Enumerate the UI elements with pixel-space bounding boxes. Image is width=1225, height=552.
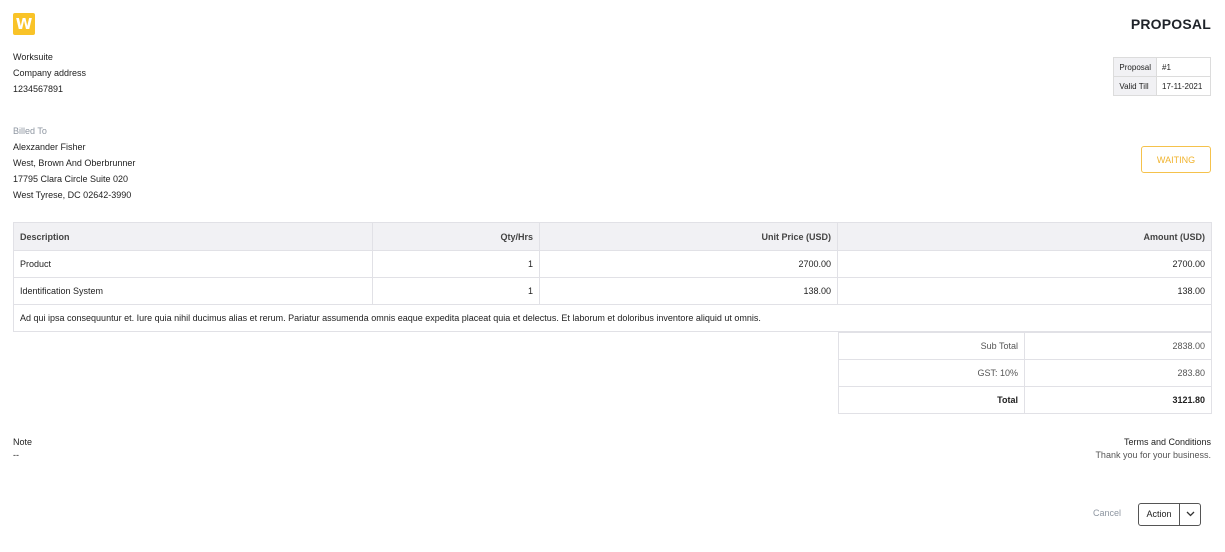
item-qty: 1 [372,277,540,305]
client-company: West, Brown And Oberbrunner [13,158,136,168]
billed-to-label: Billed To [13,126,47,136]
note-section: Note -- [13,436,32,462]
action-label[interactable]: Action [1139,504,1180,525]
item-description: Identification System [13,277,373,305]
tax-row: GST: 10% 283.80 [838,359,1212,387]
action-dropdown-button[interactable]: Action [1138,503,1201,526]
chevron-down-icon[interactable] [1180,504,1200,525]
note-value: -- [13,450,19,460]
item-note-row: Ad qui ipsa consequuntur et. Iure quia n… [13,304,1212,332]
company-logo: W [13,13,35,35]
col-description-header: Description [13,222,373,251]
subtotal-value: 2838.00 [1024,332,1212,360]
col-unit-price-header: Unit Price (USD) [539,222,838,251]
page-title: PROPOSAL [1130,16,1211,32]
table-row: Identification System 1 138.00 138.00 [13,277,1212,305]
item-long-description: Ad qui ipsa consequuntur et. Iure quia n… [13,304,1212,332]
client-street: 17795 Clara Circle Suite 020 [13,174,129,184]
total-value: 3121.80 [1024,386,1212,414]
client-name: Alexzander Fisher [13,142,86,152]
valid-till-label: Valid Till [1113,76,1157,96]
proposal-number-value: #1 [1156,57,1211,77]
tax-value: 283.80 [1024,359,1212,387]
tax-label: GST: 10% [838,359,1025,387]
company-info: Worksuite Company address 1234567891 [13,49,86,97]
totals-table: Sub Total 2838.00 GST: 10% 283.80 Total … [838,332,1212,414]
total-row: Total 3121.80 [838,386,1212,414]
terms-section: Terms and Conditions Thank you for your … [1095,436,1211,462]
subtotal-label: Sub Total [838,332,1025,360]
item-description: Product [13,250,373,278]
table-row: Product 1 2700.00 2700.00 [13,250,1212,278]
terms-value: Thank you for your business. [1095,450,1211,460]
billed-to: Billed To Alexzander Fisher West, Brown … [13,123,135,203]
subtotal-row: Sub Total 2838.00 [838,332,1212,360]
valid-till-value: 17-11-2021 [1156,76,1211,96]
note-label: Note [13,437,33,447]
item-amount: 138.00 [837,277,1212,305]
cancel-button[interactable]: Cancel [1093,508,1121,518]
item-qty: 1 [372,250,540,278]
item-unit-price: 2700.00 [539,250,838,278]
item-amount: 2700.00 [837,250,1212,278]
col-qty-header: Qty/Hrs [372,222,540,251]
items-table: Description Qty/Hrs Unit Price (USD) Amo… [13,222,1212,332]
total-label: Total [838,386,1025,414]
status-badge: WAITING [1141,146,1211,173]
proposal-meta-table: Proposal #1 Valid Till 17-11-2021 [1113,57,1211,96]
terms-label: Terms and Conditions [1123,437,1211,447]
company-phone: 1234567891 [13,84,64,94]
company-name: Worksuite [13,52,53,62]
col-amount-header: Amount (USD) [837,222,1212,251]
proposal-number-label: Proposal [1113,57,1157,77]
client-city: West Tyrese, DC 02642-3990 [13,190,132,200]
items-header-row: Description Qty/Hrs Unit Price (USD) Amo… [13,222,1212,251]
item-unit-price: 138.00 [539,277,838,305]
company-address: Company address [13,68,87,78]
